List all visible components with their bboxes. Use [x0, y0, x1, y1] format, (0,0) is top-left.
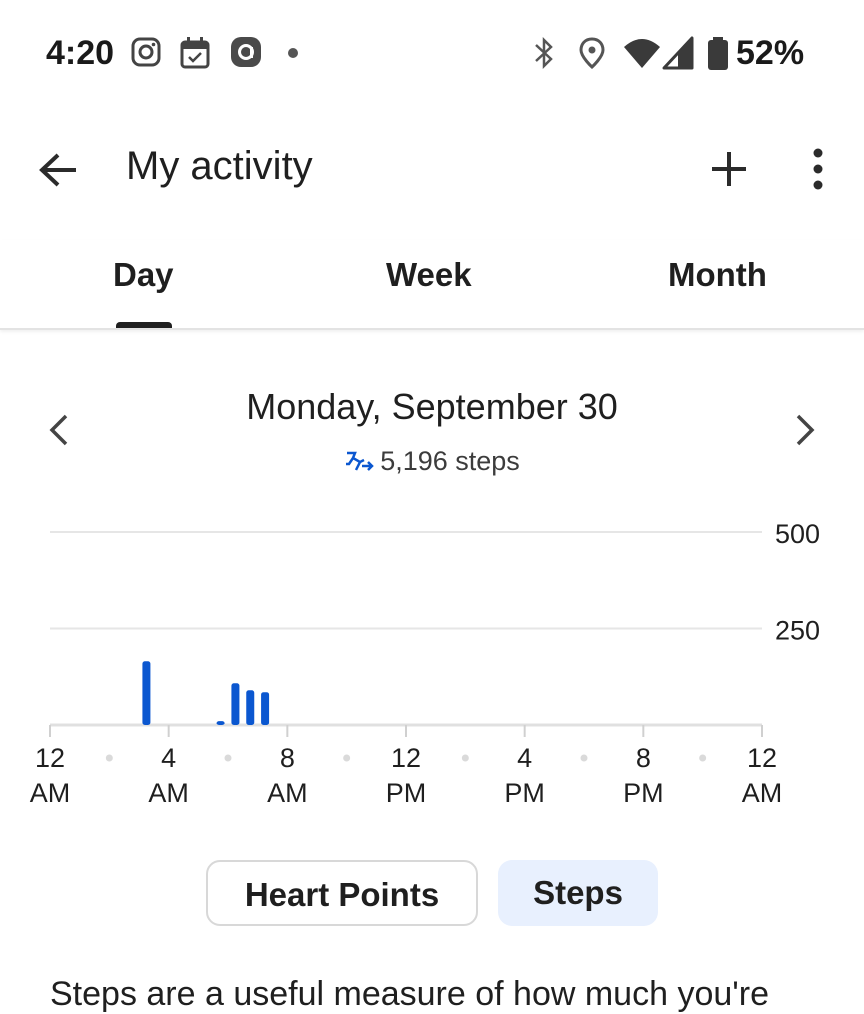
- steps-description: Steps are a useful measure of how much y…: [50, 975, 769, 1013]
- step-bar: [261, 692, 270, 725]
- steps-chip[interactable]: Steps: [498, 860, 658, 926]
- x-tick-label: 8: [280, 743, 295, 773]
- chevron-right-icon: [784, 414, 826, 458]
- x-tick-label: PM: [386, 778, 427, 808]
- steps-icon: [344, 446, 380, 476]
- x-tick-label: 12: [747, 743, 777, 773]
- app-notification-icon: [230, 36, 262, 73]
- x-tick-label: PM: [623, 778, 664, 808]
- back-button[interactable]: [30, 145, 86, 195]
- calendar-check-icon: [179, 36, 211, 75]
- tab-week[interactable]: Week: [386, 256, 472, 294]
- bluetooth-icon: [530, 36, 558, 75]
- tab-day[interactable]: Day: [113, 256, 174, 294]
- x-tick-label: PM: [504, 778, 545, 808]
- x-minor-dot: [699, 754, 707, 762]
- plus-icon: [700, 152, 758, 202]
- more-notifications-dot-icon: [286, 46, 300, 65]
- x-tick-label: 4: [161, 743, 176, 773]
- instagram-icon: [130, 36, 162, 73]
- add-activity-button[interactable]: [700, 140, 758, 198]
- arrow-back-icon: [30, 153, 86, 199]
- selected-date: Monday, September 30: [246, 386, 618, 427]
- y-tick-label: 250: [775, 616, 820, 646]
- heart-points-chip[interactable]: Heart Points: [206, 860, 478, 926]
- location-icon: [578, 36, 606, 75]
- step-bar: [142, 661, 151, 725]
- x-tick-label: AM: [148, 778, 189, 808]
- steps-chart: 500 250 12 AM 4 AM 8 AM 12 PM 4 PM 8 PM 12 AM: [0, 510, 864, 820]
- x-tick-label: 4: [517, 743, 532, 773]
- x-tick-label: AM: [267, 778, 308, 808]
- more-vert-icon: [796, 148, 840, 202]
- step-bar: [216, 721, 225, 725]
- tab-month[interactable]: Month: [668, 256, 767, 294]
- next-day-button[interactable]: [784, 406, 826, 454]
- x-minor-dot: [105, 754, 113, 762]
- battery-percent: 52%: [736, 34, 805, 72]
- step-bar: [246, 690, 255, 725]
- x-minor-dot: [461, 754, 469, 762]
- selected-tab-indicator: [116, 322, 172, 328]
- steps-total: 5,196 steps: [380, 446, 520, 476]
- wifi-icon: [622, 36, 662, 75]
- battery-icon: [706, 36, 730, 77]
- x-minor-dot: [224, 754, 232, 762]
- status-bar: 4:20 52%: [0, 0, 864, 110]
- step-bar: [231, 683, 240, 725]
- x-minor-dot: [580, 754, 588, 762]
- x-tick-label: 8: [636, 743, 651, 773]
- cell-signal-icon: [662, 36, 694, 75]
- date-navigator: Monday, September 30 5,196 steps: [0, 380, 864, 490]
- metric-toggle: Heart Points Steps: [0, 860, 864, 930]
- y-tick-label: 500: [775, 519, 820, 549]
- steps-summary: 5,196 steps: [0, 446, 864, 477]
- page-title: My activity: [126, 144, 313, 188]
- more-options-button[interactable]: [796, 140, 840, 198]
- x-tick-label: 12: [391, 743, 421, 773]
- x-minor-dot: [343, 754, 351, 762]
- period-tabs: Day Week Month: [0, 240, 864, 330]
- steps-chart-svg: 500 250 12 AM 4 AM 8 AM 12 PM 4 PM 8 PM 12 AM: [30, 519, 820, 808]
- x-tick-label: AM: [30, 778, 71, 808]
- app-bar: My activity: [0, 120, 864, 220]
- status-time: 4:20: [46, 34, 115, 72]
- x-tick-label: AM: [742, 778, 783, 808]
- x-tick-label: 12: [35, 743, 65, 773]
